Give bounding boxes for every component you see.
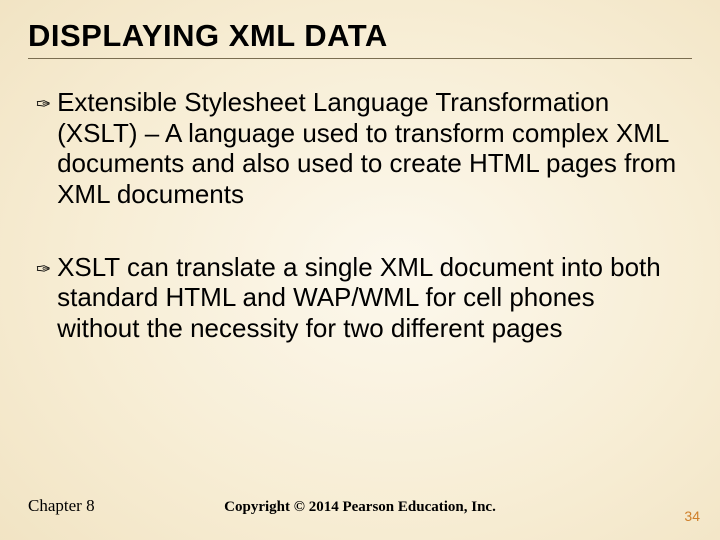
footer-copyright: Copyright © 2014 Pearson Education, Inc.	[0, 499, 720, 516]
bullet-text: Extensible Stylesheet Language Transform…	[57, 87, 684, 210]
bullet-list: ✑ Extensible Stylesheet Language Transfo…	[28, 87, 692, 344]
list-item: ✑ XSLT can translate a single XML docume…	[36, 252, 684, 344]
bullet-icon: ✑	[36, 91, 51, 117]
title-divider	[28, 58, 692, 59]
bullet-icon: ✑	[36, 256, 51, 282]
slide-title: DISPLAYING XML DATA	[28, 18, 692, 54]
bullet-text: XSLT can translate a single XML document…	[57, 252, 684, 344]
page-number: 34	[684, 508, 700, 524]
list-item: ✑ Extensible Stylesheet Language Transfo…	[36, 87, 684, 210]
